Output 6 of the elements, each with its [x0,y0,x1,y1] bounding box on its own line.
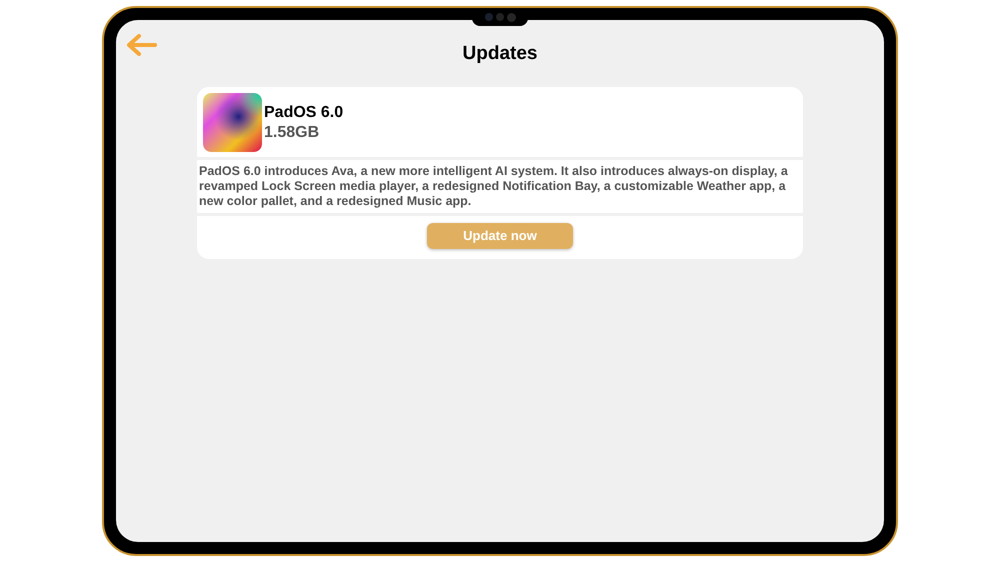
update-size: 1.58GB [264,122,320,142]
update-description: PadOS 6.0 introduces Ava, a new more intelligent AI system. It also introduces always-on display, a revamped Lock Screen media player, a redesigned Notification Bay, a customizable Weather app, a new color pallet, and a redesigned Music app. [198,163,789,210]
update-name: PadOS 6.0 [264,102,344,122]
screen-title: Updates [462,44,538,63]
update-now-button[interactable]: Update now [427,223,573,249]
back-arrow-icon[interactable] [126,34,157,56]
